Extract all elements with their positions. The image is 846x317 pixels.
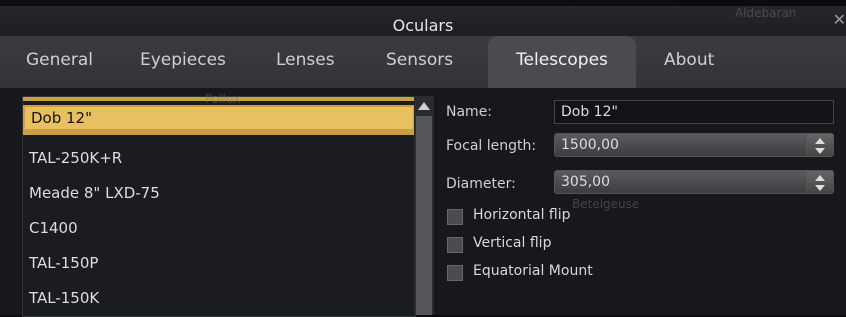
tab-lenses[interactable]: Lenses xyxy=(276,50,335,76)
diameter-label: Diameter: xyxy=(446,176,516,192)
scroll-thumb[interactable] xyxy=(416,116,432,315)
tab-telescopes[interactable]: Telescopes xyxy=(488,36,636,88)
star-label-aldebaran: Aldebaran xyxy=(735,6,797,20)
list-item[interactable]: C1400 xyxy=(23,211,415,246)
focal-length-spinbox[interactable]: 1500,00 xyxy=(554,133,834,157)
star-label-pollux: Pollux xyxy=(205,92,241,106)
vertical-flip-label: Vertical flip xyxy=(473,235,552,251)
diameter-value: 305,00 xyxy=(561,174,610,190)
focal-length-value: 1500,00 xyxy=(561,137,619,153)
oculars-window: Oculars Aldebaran ✕ General Eyepieces Le… xyxy=(0,0,846,317)
star-label-betelgeuse: Betelgeuse xyxy=(572,197,640,211)
tab-general[interactable]: General xyxy=(26,50,93,76)
list-item[interactable]: Meade 8" LXD-75 xyxy=(23,176,415,211)
list-item[interactable]: TAL-150P xyxy=(23,246,415,281)
chevron-down-icon[interactable] xyxy=(815,185,825,191)
chevron-up-icon[interactable] xyxy=(815,175,825,181)
vertical-flip-checkbox[interactable] xyxy=(447,237,463,253)
focal-length-stepper[interactable] xyxy=(806,134,833,156)
tab-eyepieces[interactable]: Eyepieces xyxy=(140,50,226,76)
horizontal-flip-label: Horizontal flip xyxy=(473,207,571,223)
title-bar: Oculars xyxy=(0,6,846,36)
diameter-stepper[interactable] xyxy=(806,171,833,193)
tab-about[interactable]: About xyxy=(664,50,714,76)
list-item[interactable]: TAL-250K+R xyxy=(23,141,415,176)
chevron-down-icon[interactable] xyxy=(815,148,825,154)
close-icon[interactable]: ✕ xyxy=(833,10,846,29)
tab-sensors[interactable]: Sensors xyxy=(386,50,453,76)
name-label: Name: xyxy=(446,104,493,120)
window-title: Oculars xyxy=(392,16,454,35)
list-item[interactable]: TAL-150K xyxy=(23,281,415,316)
name-field[interactable]: Dob 12" xyxy=(554,100,834,124)
horizontal-flip-checkbox[interactable] xyxy=(447,209,463,225)
telescope-list[interactable]: Dob 12" TAL-250K+R Meade 8" LXD-75 C1400… xyxy=(22,96,416,317)
list-item-selected[interactable]: Dob 12" xyxy=(23,105,415,131)
focal-length-label: Focal length: xyxy=(446,138,537,154)
equatorial-mount-checkbox[interactable] xyxy=(447,265,463,281)
scroll-up-icon[interactable] xyxy=(418,102,430,110)
equatorial-mount-label: Equatorial Mount xyxy=(473,263,593,279)
diameter-spinbox[interactable]: 305,00 xyxy=(554,170,834,194)
chevron-up-icon[interactable] xyxy=(815,138,825,144)
